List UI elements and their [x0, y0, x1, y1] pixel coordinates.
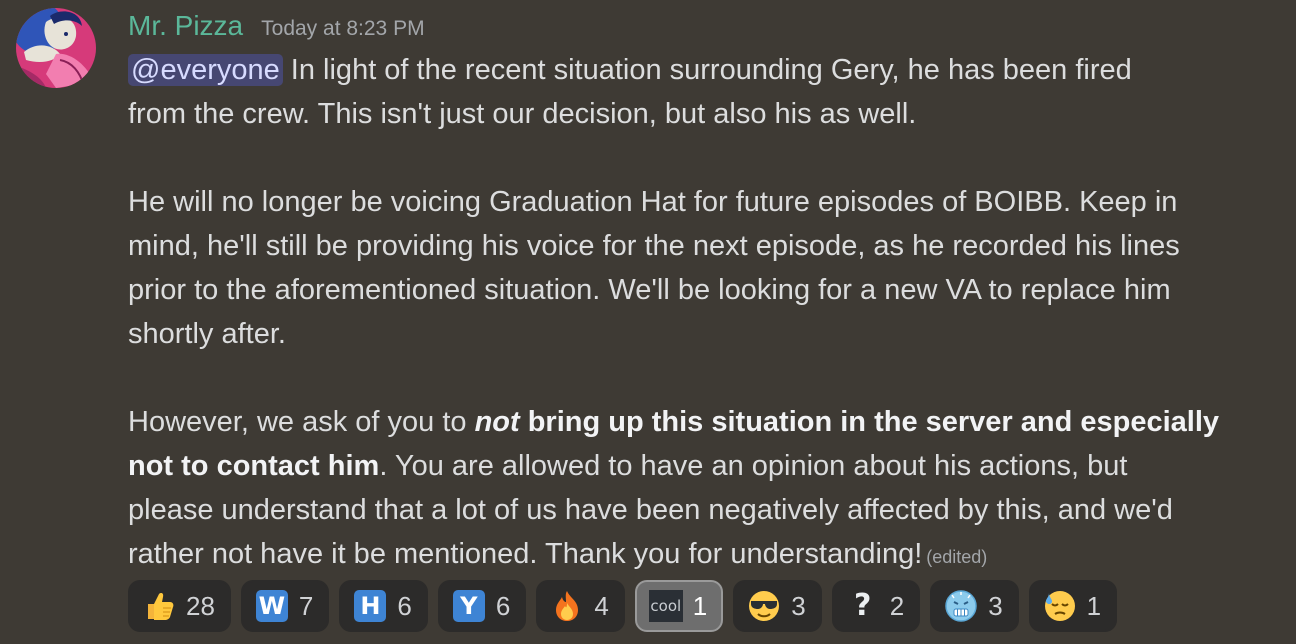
reaction-cold-face[interactable]: 3: [930, 580, 1019, 632]
reaction-count: 1: [692, 590, 708, 621]
message-text: rather not have it be mentioned. Thank y…: [128, 538, 923, 570]
reaction-count: 2: [889, 590, 905, 621]
sunglasses-face-icon: [747, 589, 781, 623]
reaction-downcast-sweat[interactable]: 1: [1028, 580, 1118, 632]
message-line: please understand that a lot of us have …: [128, 494, 1173, 526]
message-line: not to contact him. You are allowed to h…: [128, 444, 1278, 488]
reaction-count: 7: [298, 590, 314, 621]
message-line: shortly after.: [128, 318, 286, 350]
message-line: rather not have it be mentioned. Thank y…: [128, 532, 1278, 579]
reaction-thumbs-up[interactable]: 28: [128, 580, 231, 632]
message-text: In light of the recent situation surroun…: [282, 54, 1132, 86]
reaction-count: 6: [495, 590, 511, 621]
author-name[interactable]: Mr. Pizza: [128, 10, 243, 42]
message-line: @everyone In light of the recent situati…: [128, 48, 1278, 92]
w-letter: W: [255, 590, 288, 622]
reaction-cool[interactable]: cool 1: [634, 580, 724, 632]
cool-emote: cool: [648, 589, 683, 623]
fire-icon: [550, 589, 584, 623]
message-content: @everyone In light of the recent situati…: [128, 48, 1278, 579]
avatar-image: [16, 8, 96, 88]
regional-w-icon: W: [255, 589, 289, 623]
message-header: Mr. Pizza Today at 8:23 PM: [128, 10, 425, 46]
reaction-fire[interactable]: 4: [536, 580, 625, 632]
chat-message: Mr. Pizza Today at 8:23 PM @everyone In …: [0, 0, 1296, 644]
question-glyph: ?: [854, 588, 872, 623]
message-line: prior to the aforementioned situation. W…: [128, 274, 1171, 306]
message-text: However, we ask of you to: [128, 406, 475, 438]
reaction-sunglasses[interactable]: 3: [733, 580, 822, 632]
downcast-sweat-face-icon: [1043, 589, 1077, 623]
h-letter: H: [354, 590, 387, 622]
reaction-count: 6: [397, 590, 412, 621]
reaction-bar: 28 W 7 H 6 Y 6 4 cool 1 3 ? 2 3 1: [128, 580, 1118, 632]
message-line: He will no longer be voicing Graduation …: [128, 186, 1178, 218]
reaction-question[interactable]: ? 2: [831, 580, 921, 632]
y-letter: Y: [452, 590, 485, 622]
reaction-h[interactable]: H 6: [339, 580, 428, 632]
edited-marker[interactable]: (edited): [926, 547, 987, 567]
cold-face-icon: [944, 589, 978, 623]
question-mark-icon: ?: [846, 589, 880, 623]
bold-text: not to contact him: [128, 450, 380, 482]
emphasis-text: not: [474, 406, 520, 438]
reaction-count: 1: [1086, 590, 1102, 621]
message-line: mind, he'll still be providing his voice…: [128, 230, 1180, 262]
message-text: . You are allowed to have an opinion abo…: [379, 450, 1128, 482]
bold-text: bring up this situation in the server an…: [519, 406, 1220, 438]
user-avatar[interactable]: [16, 8, 96, 88]
message-line: from the crew. This isn't just our decis…: [128, 98, 917, 130]
reaction-y[interactable]: Y 6: [437, 580, 527, 632]
reaction-count: 3: [791, 590, 806, 621]
reaction-count: 3: [988, 590, 1003, 621]
message-line: However, we ask of you to not bring up t…: [128, 400, 1278, 444]
reaction-w[interactable]: W 7: [240, 580, 330, 632]
thumbs-up-icon: [142, 589, 176, 623]
regional-y-icon: Y: [452, 589, 486, 623]
everyone-mention[interactable]: @everyone: [128, 54, 283, 86]
message-timestamp[interactable]: Today at 8:23 PM: [261, 17, 424, 41]
reaction-count: 28: [186, 590, 215, 621]
regional-h-icon: H: [353, 589, 387, 623]
cool-label: cool: [648, 590, 683, 622]
reaction-count: 4: [594, 590, 609, 621]
